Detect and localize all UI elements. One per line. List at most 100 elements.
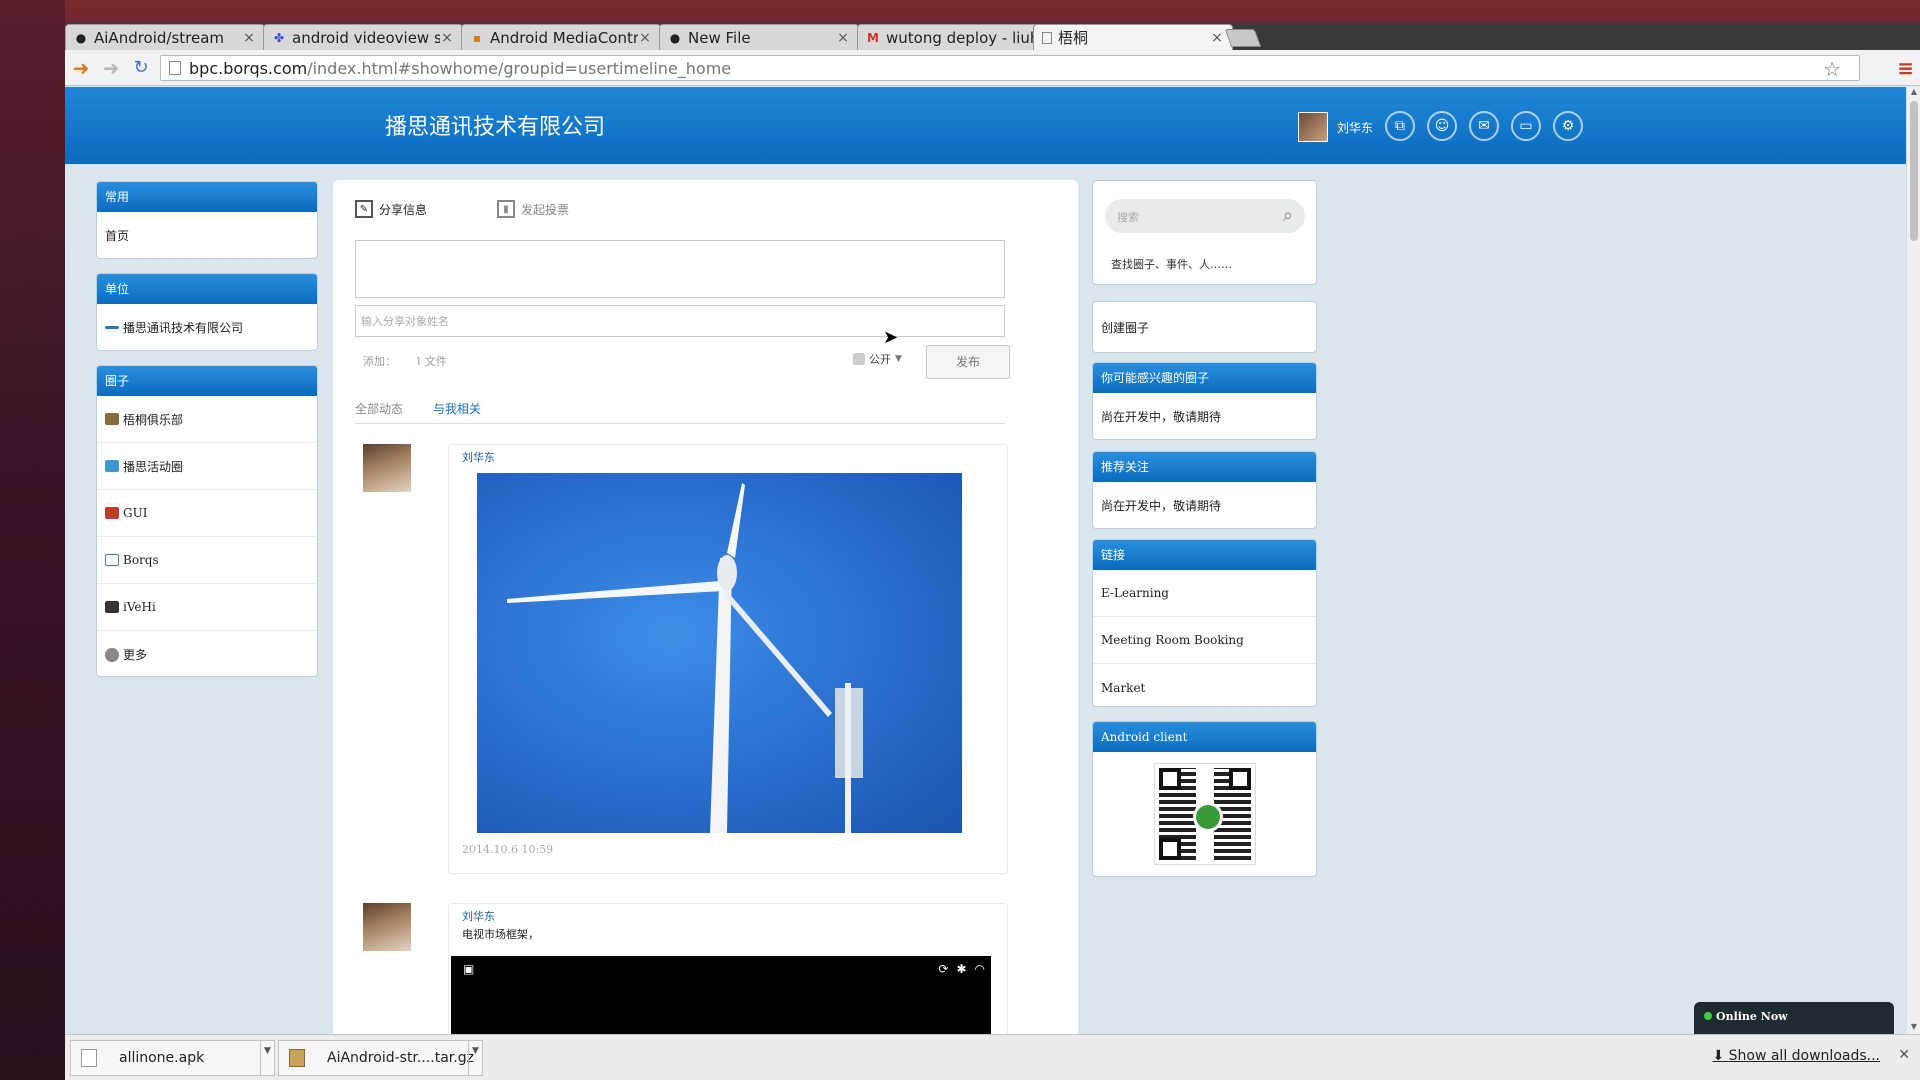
- download-shelf: allinone.apk ▼ AiAndroid-str....tar.gz ▼…: [65, 1034, 1920, 1080]
- post-author[interactable]: 刘华东: [462, 449, 495, 465]
- post-media[interactable]: ▣ ⟳ ✱ ◠: [451, 956, 991, 1034]
- browser-toolbar: ➜ ➜ ↻ bpc.borqs.com/index.html#showhome/…: [65, 50, 1920, 86]
- github-icon: ●: [75, 30, 87, 45]
- paw-icon: ✤: [273, 30, 285, 45]
- sidebar-item-circle[interactable]: Borqs: [97, 537, 317, 584]
- back-icon[interactable]: ➜: [67, 54, 95, 82]
- url-host: bpc.borqs.com: [189, 58, 308, 78]
- browser-window: ● AiAndroid/stream × ✤ android videoview…: [65, 0, 1920, 1080]
- company-title[interactable]: 播思通讯技术有限公司: [385, 109, 605, 141]
- circles-icon[interactable]: ⧉: [1385, 111, 1415, 141]
- download-item[interactable]: AiAndroid-str....tar.gz ▼: [278, 1040, 483, 1076]
- link-market[interactable]: Market: [1093, 664, 1316, 706]
- paperclip-icon: ⌇: [416, 355, 422, 368]
- file-label: 文件: [424, 355, 447, 368]
- address-bar[interactable]: bpc.borqs.com/index.html#showhome/groupi…: [160, 55, 1860, 81]
- visibility-select[interactable]: 公开 ▼: [853, 351, 902, 367]
- post-author[interactable]: 刘华东: [462, 908, 495, 924]
- attach-file-button[interactable]: ⌇ 文件: [416, 353, 447, 369]
- avatar[interactable]: [363, 444, 411, 492]
- sidebar-item-circle[interactable]: GUI: [97, 490, 317, 537]
- avatar[interactable]: [1298, 112, 1328, 142]
- online-label: Online Now: [1716, 1010, 1788, 1023]
- new-tab-button[interactable]: [1224, 29, 1262, 47]
- publish-button[interactable]: 发布: [926, 345, 1010, 379]
- online-now-widget[interactable]: Online Now: [1694, 1002, 1894, 1034]
- more-button[interactable]: 更多: [97, 631, 317, 676]
- post-text: 电视市场框架，: [462, 928, 539, 941]
- browser-tab-2[interactable]: ✤ android videoview sta ×: [263, 24, 463, 50]
- sidebar-item-home[interactable]: 首页: [97, 212, 317, 258]
- interesting-panel: 你可能感兴趣的圈子 尚在开发中，敬请期待: [1092, 362, 1317, 440]
- download-item[interactable]: allinone.apk ▼: [70, 1040, 275, 1076]
- scroll-up-icon[interactable]: ▲: [1907, 87, 1920, 99]
- qr-code[interactable]: [1153, 763, 1256, 865]
- share-textarea[interactable]: [355, 240, 1005, 298]
- panel-text: 尚在开发中，敬请期待: [1101, 499, 1222, 513]
- add-label: 添加：: [363, 355, 396, 368]
- mail-icon[interactable]: ✉: [1469, 111, 1499, 141]
- scroll-thumb[interactable]: [1910, 101, 1918, 241]
- tab-vote[interactable]: ▮ 发起投票: [497, 200, 569, 218]
- panel-title: 推荐关注: [1093, 452, 1316, 482]
- sidebar-item-circle[interactable]: 播思活动圈: [97, 443, 317, 490]
- close-icon[interactable]: ×: [1210, 30, 1224, 46]
- links-panel: 链接 E-Learning Meeting Room Booking Marke…: [1092, 539, 1317, 707]
- reload-icon[interactable]: ↻: [127, 54, 155, 82]
- tab-label: 分享信息: [379, 202, 428, 217]
- file-icon: [81, 1049, 97, 1067]
- page-viewport: 播思通讯技术有限公司 刘华东 ⧉ ☺ ✉ ▭ ⚙ 常用 首页 单位 播思通讯技术…: [65, 87, 1906, 1034]
- sidebar-item-company[interactable]: 播思通讯技术有限公司: [97, 304, 317, 350]
- sync-icon: ⟳: [938, 962, 949, 976]
- share-target-input[interactable]: 输入分享对象姓名: [355, 305, 1005, 337]
- wutong-icon: [105, 413, 119, 425]
- profile-icon[interactable]: ☺: [1427, 111, 1457, 141]
- search-input[interactable]: 搜索 ⌕: [1105, 199, 1305, 233]
- chevron-down-icon[interactable]: ▼: [468, 1041, 482, 1075]
- panel-text-row: 尚在开发中，敬请期待: [1093, 393, 1316, 439]
- link-label: E-Learning: [1101, 586, 1169, 600]
- menu-icon[interactable]: ≡: [1897, 56, 1914, 80]
- browser-tab-4[interactable]: ● New File ×: [659, 24, 859, 50]
- close-icon[interactable]: ×: [836, 30, 850, 46]
- tab-related[interactable]: 与我相关: [433, 400, 481, 423]
- close-icon[interactable]: ✕: [1898, 1047, 1910, 1063]
- browser-tab-5[interactable]: M wutong deploy - liuhu ×: [857, 24, 1057, 50]
- scroll-down-icon[interactable]: ▼: [1907, 1022, 1920, 1034]
- browser-tab-1[interactable]: ● AiAndroid/stream ×: [65, 24, 265, 50]
- sidebar-item-label: iVeHi: [123, 600, 156, 614]
- sidebar-item-label: 播思活动圈: [123, 459, 184, 474]
- create-circle-panel: 创建圈子: [1092, 301, 1317, 353]
- close-icon[interactable]: ×: [638, 30, 652, 46]
- sidebar-item-circle[interactable]: 梧桐俱乐部: [97, 396, 317, 443]
- search-icon[interactable]: ⌕: [1283, 205, 1293, 226]
- page-scrollbar[interactable]: ▲ ▼: [1906, 87, 1920, 1034]
- link-elearning[interactable]: E-Learning: [1093, 570, 1316, 617]
- browser-tab-6[interactable]: 梧桐 ×: [1033, 24, 1233, 50]
- user-name[interactable]: 刘华东: [1337, 119, 1373, 136]
- more-label: 更多: [123, 648, 148, 662]
- link-meeting-room[interactable]: Meeting Room Booking: [1093, 617, 1316, 664]
- create-circle-link[interactable]: 创建圈子: [1093, 302, 1316, 352]
- tab-share[interactable]: ✎ 分享信息: [355, 200, 427, 218]
- close-icon[interactable]: ×: [440, 30, 454, 46]
- chevron-down-icon[interactable]: ▼: [260, 1041, 274, 1075]
- avatar[interactable]: [363, 903, 411, 951]
- tab-title: New File: [688, 28, 751, 47]
- chat-icon[interactable]: ▭: [1511, 111, 1541, 141]
- sidebar-item-label: GUI: [123, 506, 148, 520]
- tab-all[interactable]: 全部动态: [355, 400, 403, 423]
- show-all-downloads-link[interactable]: ⬇ Show all downloads...: [1712, 1048, 1880, 1064]
- sidebar-item-label: 梧桐俱乐部: [123, 412, 184, 427]
- close-icon[interactable]: ×: [242, 30, 256, 46]
- browser-tab-3[interactable]: ▪ Android MediaContro ×: [461, 24, 661, 50]
- post-photo[interactable]: [477, 473, 962, 833]
- circles-panel: 圈子 梧桐俱乐部 播思活动圈 GUI Borqs iVeHi 更多: [96, 365, 318, 677]
- download-filename: AiAndroid-str....tar.gz: [327, 1050, 474, 1066]
- settings-icon[interactable]: ⚙: [1553, 111, 1583, 141]
- bluetooth-icon: ✱: [956, 962, 967, 976]
- star-icon[interactable]: ☆: [1823, 57, 1841, 81]
- sidebar-item-circle[interactable]: iVeHi: [97, 584, 317, 631]
- link-label: Market: [1101, 680, 1146, 695]
- forward-icon[interactable]: ➜: [97, 54, 125, 82]
